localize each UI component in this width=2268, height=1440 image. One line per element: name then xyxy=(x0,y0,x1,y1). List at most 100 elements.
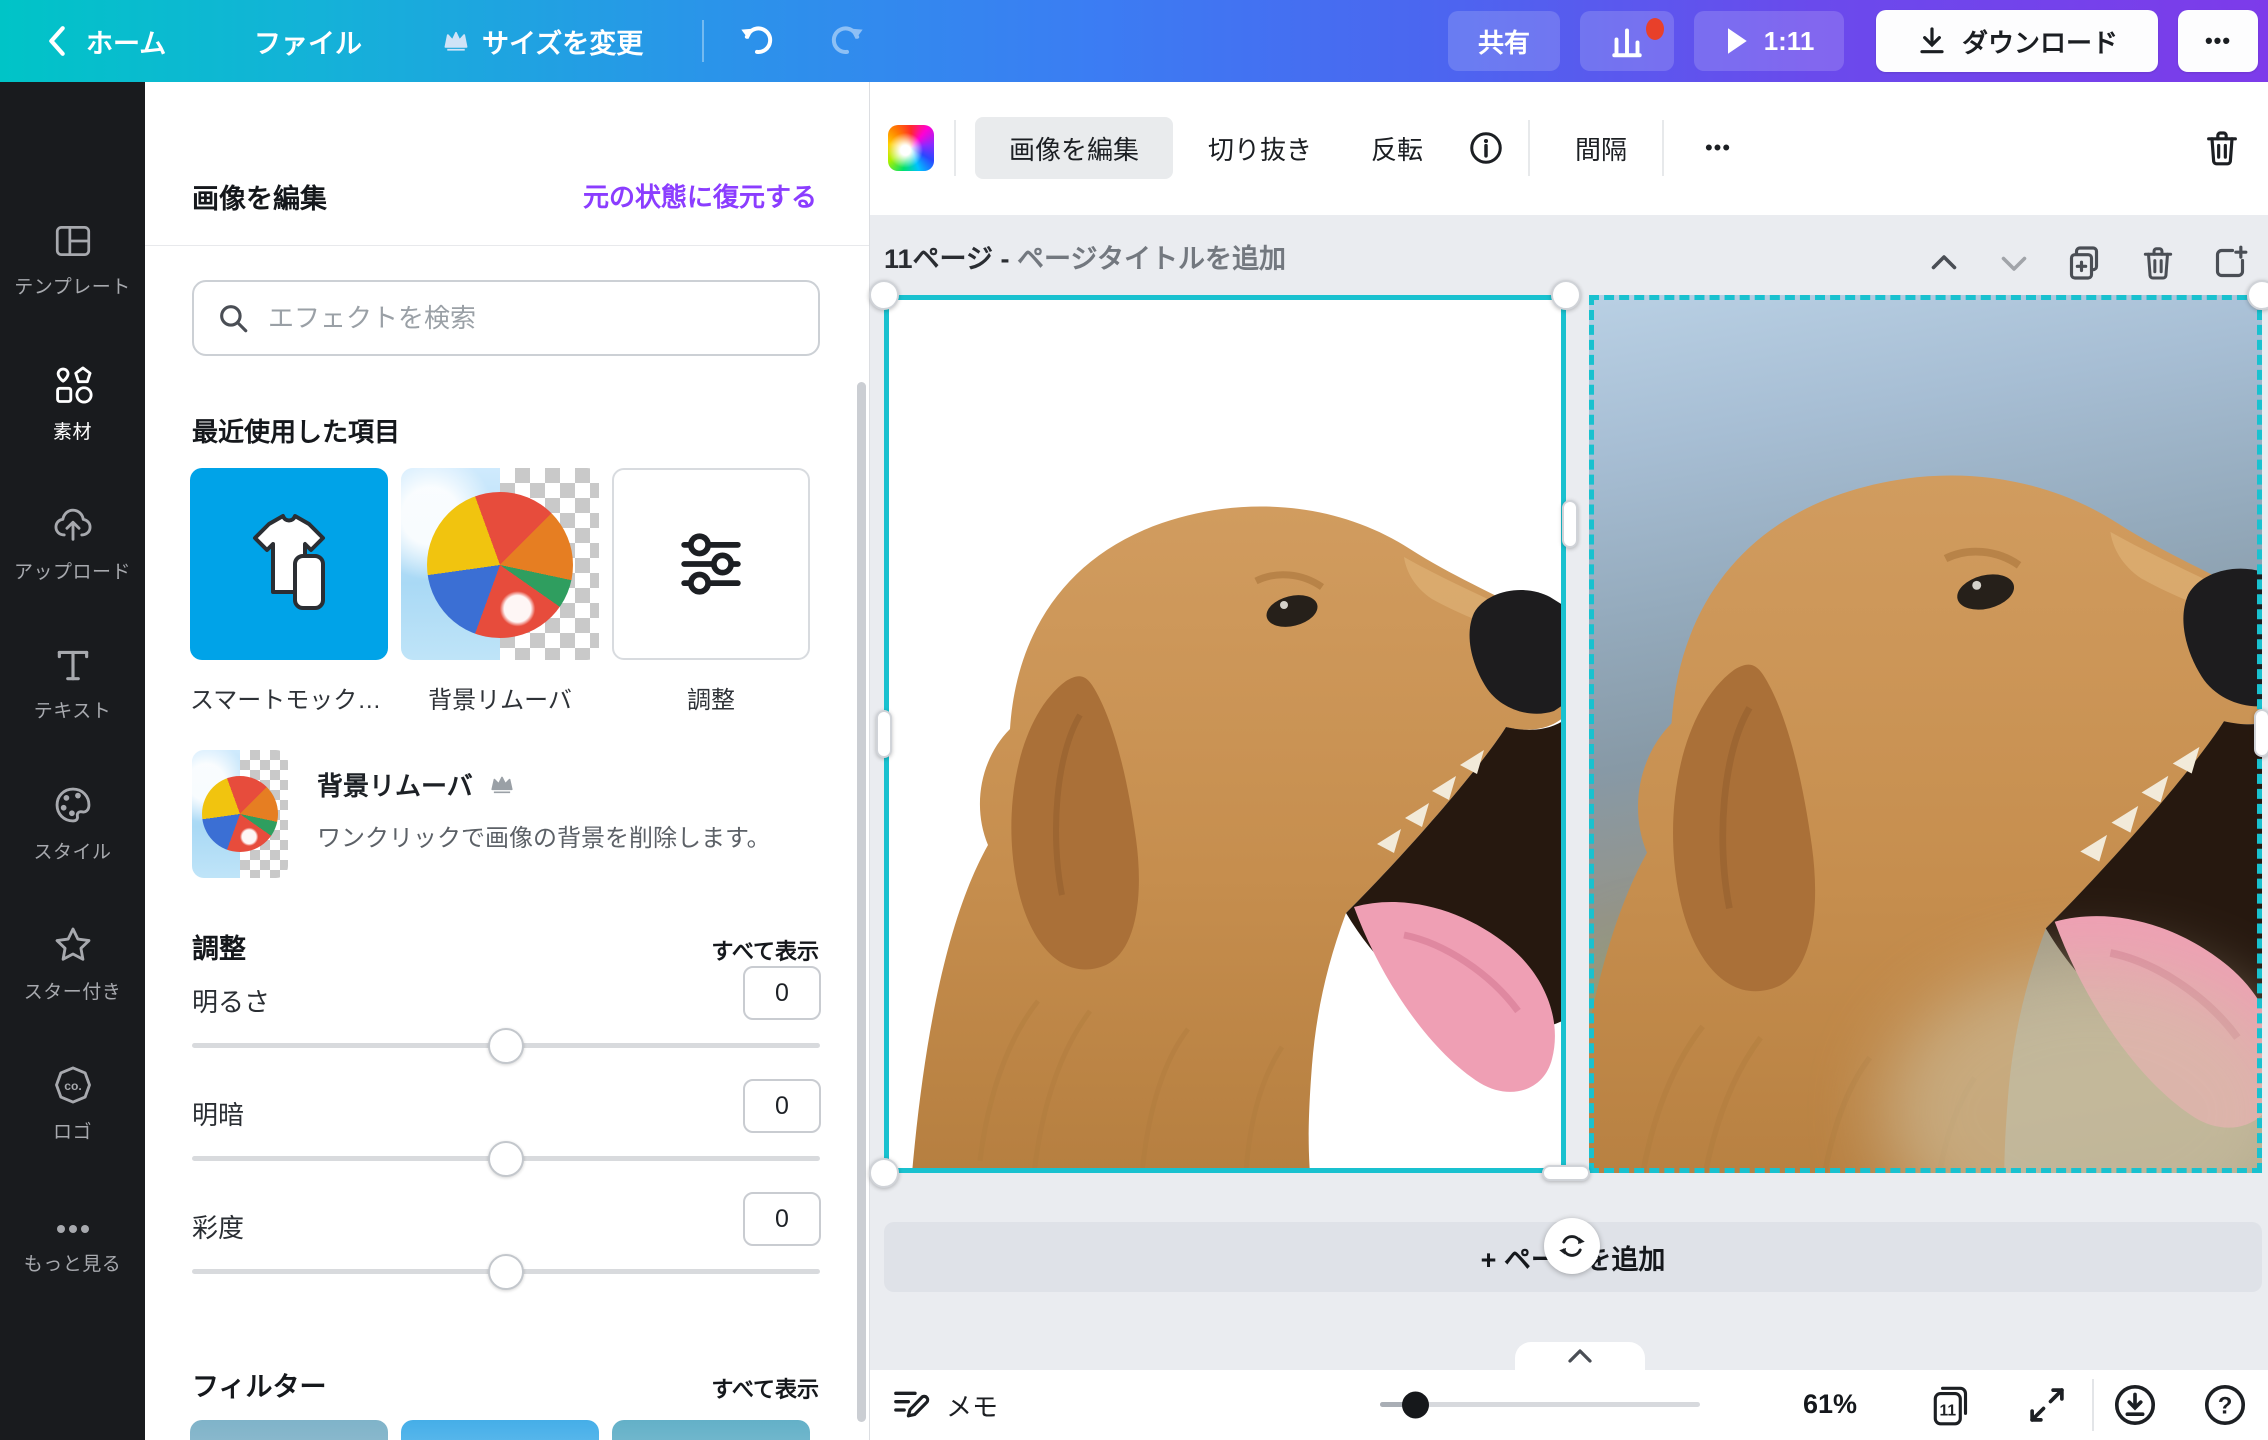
bg-remover-title: 背景リムーバ xyxy=(317,766,473,803)
share-button[interactable]: 共有 xyxy=(1448,11,1560,71)
sidebar-item-text[interactable]: テキスト xyxy=(0,624,145,742)
trash-icon xyxy=(2139,244,2177,282)
sidebar-item-more[interactable]: もっと見る xyxy=(0,1188,145,1306)
menu-resize[interactable]: サイズを変更 xyxy=(442,0,643,82)
delete-page-button[interactable] xyxy=(2136,241,2180,285)
redo-button[interactable] xyxy=(828,0,868,82)
color-picker-swatch[interactable] xyxy=(888,125,934,171)
play-duration: 1:11 xyxy=(1764,26,1815,57)
resize-handle-right-middle[interactable] xyxy=(1562,500,1578,548)
rotate-icon xyxy=(1555,1229,1589,1263)
bg-remover-row[interactable]: 背景リムーバ ワンクリックで画像の背景を削除します。 xyxy=(145,742,870,887)
move-page-up-button[interactable] xyxy=(1922,241,1966,285)
help-button[interactable]: ? xyxy=(2200,1380,2250,1430)
adjust-show-all-link[interactable]: すべて表示 xyxy=(711,934,819,966)
image-right-original[interactable] xyxy=(1589,295,2262,1173)
saturation-value-input[interactable] xyxy=(743,1192,821,1246)
notification-dot xyxy=(1646,18,1664,40)
sidebar-item-uploads[interactable]: アップロード xyxy=(0,484,145,602)
info-button[interactable] xyxy=(1456,117,1516,179)
resize-handle-grid-right-middle[interactable] xyxy=(2254,709,2268,757)
sidebar-item-logos[interactable]: co. ロゴ xyxy=(0,1044,145,1162)
undo-icon xyxy=(736,21,776,61)
brightness-label: 明るさ xyxy=(192,982,270,1019)
rotate-handle[interactable] xyxy=(1544,1218,1600,1274)
filter-heading: フィルター xyxy=(192,1365,326,1404)
edit-image-button[interactable]: 画像を編集 xyxy=(975,117,1173,179)
flip-button[interactable]: 反転 xyxy=(1352,117,1442,179)
zoom-slider[interactable] xyxy=(1380,1402,1700,1407)
toolbar-more-button[interactable]: ••• xyxy=(1682,117,1754,179)
sidebar-item-templates[interactable]: テンプレート xyxy=(0,200,145,318)
recent-tile-adjust[interactable] xyxy=(612,468,810,660)
topbar-more-button[interactable]: ••• xyxy=(2178,10,2258,72)
collapse-panel-tab[interactable] xyxy=(1515,1342,1645,1370)
filter-show-all-link[interactable]: すべて表示 xyxy=(711,1372,819,1404)
zoom-slider-handle[interactable] xyxy=(1402,1391,1429,1418)
brightness-slider-handle[interactable] xyxy=(488,1028,524,1064)
pages-icon: 11 xyxy=(1928,1380,1978,1430)
notes-icon xyxy=(890,1385,930,1425)
quick-download-button[interactable] xyxy=(2110,1380,2160,1430)
contrast-value-input[interactable] xyxy=(743,1079,821,1133)
sidebar-item-label: テンプレート xyxy=(14,272,130,299)
move-page-down-button[interactable] xyxy=(1992,241,2036,285)
fullscreen-button[interactable] xyxy=(2022,1380,2072,1430)
add-page-icon-button[interactable] xyxy=(2208,241,2252,285)
sidebar-item-starred[interactable]: スター付き xyxy=(0,904,145,1022)
sidebar-item-elements[interactable]: 素材 xyxy=(0,344,145,462)
saturation-slider[interactable] xyxy=(192,1269,820,1274)
panel-scrollbar[interactable] xyxy=(857,382,866,1422)
image-left-bg-removed[interactable] xyxy=(884,295,1566,1173)
brightness-value-input[interactable] xyxy=(743,966,821,1020)
resize-handle-top-right[interactable] xyxy=(1551,280,1581,310)
help-icon: ? xyxy=(2202,1382,2248,1428)
contrast-slider-handle[interactable] xyxy=(488,1141,524,1177)
resize-handle-left-middle[interactable] xyxy=(876,710,892,758)
bg-remover-thumbnail xyxy=(192,750,288,878)
canvas-area: 11ページ - ページタイトルを追加 xyxy=(870,215,2268,1370)
edit-image-label: 画像を編集 xyxy=(1009,130,1139,167)
page-title-bar[interactable]: 11ページ - ページタイトルを追加 xyxy=(884,237,1286,276)
recent-items-heading: 最近使用した項目 xyxy=(192,412,400,449)
menu-home[interactable]: ホーム xyxy=(86,0,166,82)
contrast-slider[interactable] xyxy=(192,1156,820,1161)
filter-tile[interactable] xyxy=(401,1420,599,1440)
palette-icon xyxy=(51,783,95,827)
crop-button[interactable]: 切り抜き xyxy=(1198,117,1322,179)
restore-original-link[interactable]: 元の状態に復元する xyxy=(583,177,817,214)
effect-search-input[interactable] xyxy=(268,303,796,334)
menu-file[interactable]: ファイル xyxy=(254,0,362,82)
download-circle-icon xyxy=(2112,1382,2158,1428)
panel-divider xyxy=(145,245,869,246)
sidebar-item-label: アップロード xyxy=(14,557,131,584)
recent-tile-bg-remover[interactable] xyxy=(401,468,599,660)
topbar-more-glyph: ••• xyxy=(2205,28,2231,54)
page-title-separator: - xyxy=(1001,244,1010,274)
duplicate-page-button[interactable] xyxy=(2062,241,2106,285)
filter-tile[interactable] xyxy=(612,1420,810,1440)
download-button[interactable]: ダウンロード xyxy=(1876,10,2158,72)
spacing-label: 間隔 xyxy=(1575,130,1627,167)
recent-tile-smart-mockup[interactable] xyxy=(190,468,388,660)
resize-handle-top-left[interactable] xyxy=(869,280,899,310)
brightness-slider[interactable] xyxy=(192,1043,820,1048)
play-button[interactable]: 1:11 xyxy=(1694,11,1844,71)
notes-button[interactable]: メモ xyxy=(890,1370,998,1440)
spacing-button[interactable]: 間隔 xyxy=(1554,117,1648,179)
flip-label: 反転 xyxy=(1371,130,1423,167)
status-bar: メモ 61% 11 ? xyxy=(870,1370,2268,1440)
saturation-slider-handle[interactable] xyxy=(488,1254,524,1290)
share-label: 共有 xyxy=(1478,23,1530,60)
resize-handle-bottom-left[interactable] xyxy=(869,1158,899,1188)
filter-tile[interactable] xyxy=(190,1420,388,1440)
page-grid-view-button[interactable]: 11 xyxy=(1928,1380,1978,1430)
delete-element-button[interactable] xyxy=(2192,117,2252,179)
menu-resize-label: サイズを変更 xyxy=(482,22,643,61)
bg-remover-title-row: 背景リムーバ xyxy=(317,766,515,803)
resize-handle-bottom-center[interactable] xyxy=(1542,1165,1590,1181)
back-button[interactable] xyxy=(44,0,70,82)
sidebar-item-styles[interactable]: スタイル xyxy=(0,764,145,882)
duplicate-page-icon xyxy=(2064,243,2104,283)
undo-button[interactable] xyxy=(736,0,776,82)
